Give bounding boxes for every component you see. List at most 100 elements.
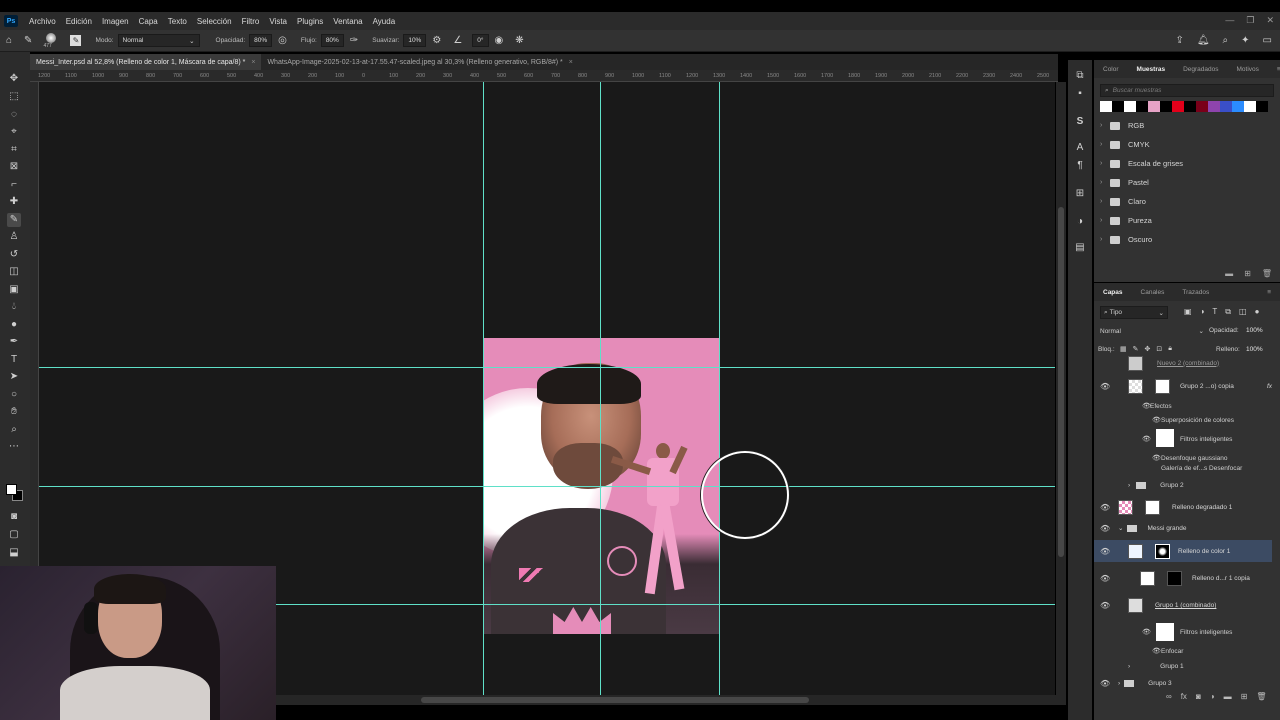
- eyedropper-icon[interactable]: ⌐: [7, 178, 21, 192]
- filter-sharpen[interactable]: Enfocar: [1161, 648, 1183, 655]
- chevron-right-icon[interactable]: ›: [1100, 160, 1110, 167]
- vertical-scrollbar[interactable]: [1056, 82, 1066, 696]
- marquee-tool-icon[interactable]: ⬚: [7, 90, 21, 104]
- swatch-folder[interactable]: › CMYK: [1094, 135, 1280, 154]
- layer-opacity-field[interactable]: 100%: [1246, 327, 1263, 334]
- filter-blur-gallery[interactable]: Galería de ef...s Desenfocar: [1161, 465, 1242, 472]
- color-swatch[interactable]: [1160, 101, 1172, 112]
- restore-button[interactable]: ❐: [1246, 15, 1254, 26]
- pressure-opacity-icon[interactable]: ◎: [278, 35, 287, 46]
- eye-icon[interactable]: 👁︎: [1100, 547, 1110, 556]
- shape-tool-icon[interactable]: ○: [7, 388, 21, 402]
- eye-icon[interactable]: 👁︎: [1142, 402, 1151, 410]
- color-swatch[interactable]: [1184, 101, 1196, 112]
- color-swatch[interactable]: [1256, 101, 1268, 112]
- chevron-down-icon[interactable]: ⌄: [1118, 524, 1123, 532]
- brush-preset-picker[interactable]: 477: [38, 31, 64, 51]
- horizontal-ruler[interactable]: 1200 1100 1000 900 800 700 600 500 400 300 200 100 0…: [30, 70, 1058, 82]
- more-tools-icon[interactable]: ⋯: [7, 440, 21, 454]
- lock-transparency-icon[interactable]: ▦: [1120, 345, 1127, 353]
- tab-motivos[interactable]: Motivos: [1228, 66, 1268, 73]
- foreground-color-swatch[interactable]: [6, 484, 17, 495]
- chevron-right-icon[interactable]: ›: [1100, 122, 1110, 129]
- angle-field[interactable]: 0°: [472, 34, 489, 47]
- tab-canales[interactable]: Canales: [1132, 289, 1174, 296]
- guide-horizontal[interactable]: [39, 486, 1055, 487]
- home-icon[interactable]: ⌂: [6, 35, 12, 46]
- menu-imagen[interactable]: Imagen: [97, 17, 134, 26]
- libraries-icon[interactable]: ▤: [1074, 242, 1086, 254]
- opacity-field[interactable]: 80%: [249, 34, 273, 47]
- eye-icon[interactable]: 👁︎: [1100, 503, 1110, 512]
- guide-horizontal[interactable]: [39, 367, 1055, 368]
- comments-icon[interactable]: ▪: [1074, 88, 1086, 100]
- discover-icon[interactable]: ✦: [1241, 35, 1249, 46]
- panel-menu-icon[interactable]: ≡: [1258, 289, 1280, 296]
- color-swatch[interactable]: [1208, 101, 1220, 112]
- color-swatch[interactable]: [1220, 101, 1232, 112]
- color-swatch[interactable]: [1136, 101, 1148, 112]
- dodge-tool-icon[interactable]: ●: [7, 318, 21, 332]
- eye-icon[interactable]: 👁︎: [1152, 416, 1161, 424]
- tab-trazados[interactable]: Trazados: [1173, 289, 1218, 296]
- quick-mask-icon[interactable]: ◙: [7, 510, 21, 524]
- layer-row[interactable]: 👁︎ Grupo 2 ...o) copia fx: [1094, 377, 1272, 396]
- zoom-tool-icon[interactable]: ⌕: [7, 423, 21, 437]
- pressure-size-icon[interactable]: ◉: [495, 35, 504, 46]
- chevron-right-icon[interactable]: ›: [1100, 141, 1110, 148]
- chevron-right-icon[interactable]: ›: [1100, 179, 1110, 186]
- angle-icon[interactable]: ∠: [453, 35, 462, 46]
- layer-fill-field[interactable]: 100%: [1246, 346, 1263, 353]
- eye-icon[interactable]: 👁︎: [1100, 382, 1110, 391]
- search-icon[interactable]: ⌕: [1223, 35, 1229, 46]
- symmetry-icon[interactable]: ❋: [515, 35, 523, 46]
- layer-row-group[interactable]: 👁︎ ⌄ Messi grande: [1094, 521, 1272, 535]
- trash-icon[interactable]: 🗑︎: [1262, 269, 1272, 278]
- airbrush-icon[interactable]: ✑: [350, 35, 358, 46]
- lock-artboard-icon[interactable]: ⊡: [1156, 345, 1162, 353]
- layer-row-group[interactable]: › Grupo 1: [1094, 659, 1272, 673]
- eye-icon[interactable]: 👁︎: [1100, 574, 1110, 583]
- filter-type-icon[interactable]: T: [1212, 307, 1217, 317]
- bell-icon[interactable]: 🔔︎: [1197, 35, 1210, 46]
- gear-icon[interactable]: ⚙: [432, 35, 441, 46]
- color-swatch[interactable]: [1196, 101, 1208, 112]
- trash-icon[interactable]: 🗑︎: [1256, 692, 1266, 701]
- lasso-tool-icon[interactable]: ◌: [7, 108, 21, 122]
- color-swatch[interactable]: [1232, 101, 1244, 112]
- filter-gaussian-blur[interactable]: Desenfoque gaussiano: [1161, 455, 1228, 462]
- healing-brush-icon[interactable]: ✚: [7, 195, 21, 209]
- effect-color-overlay[interactable]: Superposición de colores: [1161, 417, 1234, 424]
- move-tool-icon[interactable]: ✥: [7, 72, 21, 86]
- blend-mode-select[interactable]: Normal ⌄: [1100, 325, 1204, 337]
- color-swatch[interactable]: [1244, 101, 1256, 112]
- swatch-search-input[interactable]: ⌕ Buscar muestras: [1100, 84, 1274, 97]
- color-swatch[interactable]: [1148, 101, 1160, 112]
- share-icon[interactable]: ⇪: [1175, 35, 1183, 46]
- panel-menu-icon[interactable]: ≡: [1268, 66, 1280, 73]
- link-icon[interactable]: ∞: [1166, 692, 1172, 701]
- minimize-button[interactable]: —: [1225, 15, 1234, 26]
- menu-ayuda[interactable]: Ayuda: [368, 17, 401, 26]
- filter-adjustment-icon[interactable]: ◑: [1200, 307, 1205, 317]
- swatch-folder[interactable]: › RGB: [1094, 116, 1280, 135]
- color-swatch[interactable]: [1124, 101, 1136, 112]
- close-icon[interactable]: ×: [251, 59, 255, 66]
- adjustment-layer-icon[interactable]: ◑: [1210, 692, 1215, 701]
- add-mask-icon[interactable]: ◙: [1196, 692, 1201, 701]
- pen-tool-icon[interactable]: ✒: [7, 335, 21, 349]
- layer-row[interactable]: 👁︎ Grupo 1 (combinado): [1094, 596, 1272, 615]
- swatch-folder[interactable]: › Pastel: [1094, 173, 1280, 192]
- close-window-button[interactable]: ✕: [1266, 15, 1274, 26]
- swatch-folder[interactable]: › Claro: [1094, 192, 1280, 211]
- crop-tool-icon[interactable]: ⌗: [7, 143, 21, 157]
- gradient-tool-icon[interactable]: ▣: [7, 283, 21, 297]
- eye-icon[interactable]: 👁︎: [1100, 524, 1110, 533]
- tab-muestras[interactable]: Muestras: [1128, 66, 1175, 73]
- new-layer-icon[interactable]: ⊞: [1241, 692, 1248, 701]
- chevron-right-icon[interactable]: ›: [1100, 217, 1110, 224]
- flow-field[interactable]: 80%: [320, 34, 344, 47]
- tab-capas[interactable]: Capas: [1094, 289, 1132, 296]
- menu-plugins[interactable]: Plugins: [292, 17, 328, 26]
- color-swatch[interactable]: [1172, 101, 1184, 112]
